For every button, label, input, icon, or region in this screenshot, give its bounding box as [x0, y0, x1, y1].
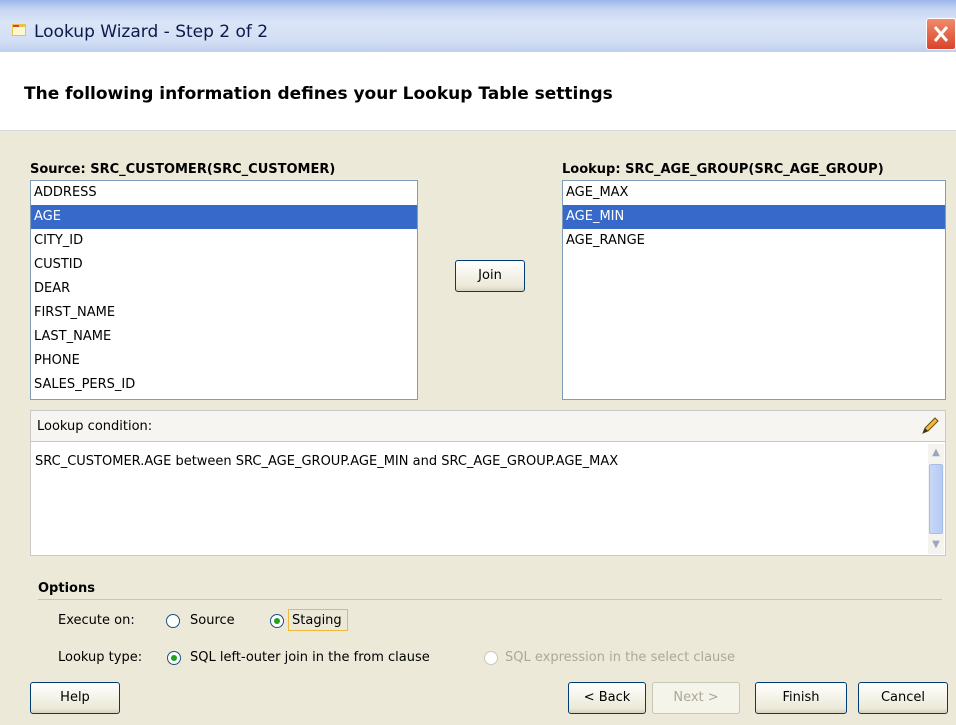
options-divider [38, 599, 942, 600]
lookup-condition-header: Lookup condition: [30, 410, 946, 442]
lookup-list-item[interactable]: AGE_MAX [563, 181, 945, 205]
condition-scrollbar[interactable]: ▲ ▼ [928, 444, 944, 554]
scrollbar-thumb[interactable] [929, 464, 943, 534]
execute-on-staging-radio[interactable] [270, 614, 284, 628]
source-list-item[interactable]: ADDRESS [31, 181, 417, 205]
lookup-type-label: Lookup type: [58, 650, 143, 665]
lookup-condition-text[interactable]: SRC_CUSTOMER.AGE between SRC_AGE_GROUP.A… [35, 454, 618, 469]
source-label: Source: SRC_CUSTOMER(SRC_CUSTOMER) [30, 162, 336, 177]
next-button: Next > [652, 682, 740, 714]
close-button[interactable] [926, 18, 956, 50]
execute-on-label: Execute on: [58, 613, 135, 628]
lookup-wizard-dialog: Lookup Wizard - Step 2 of 2 The followin… [0, 0, 956, 725]
execute-on-staging-label[interactable]: Staging [292, 613, 342, 628]
execute-on-source-radio[interactable] [166, 614, 180, 628]
source-column-list[interactable]: ADDRESS AGE CITY_ID CUSTID DEAR FIRST_NA… [30, 180, 418, 400]
source-list-item[interactable]: LAST_NAME [31, 325, 417, 349]
source-list-item[interactable]: CUSTID [31, 253, 417, 277]
lookup-type-join-radio[interactable] [167, 651, 181, 665]
scroll-down-icon[interactable]: ▼ [928, 536, 944, 554]
join-button[interactable]: Join [455, 260, 525, 292]
title-bar[interactable]: Lookup Wizard - Step 2 of 2 [0, 0, 956, 52]
lookup-type-expression-radio [484, 651, 498, 665]
back-button[interactable]: < Back [568, 682, 646, 714]
page-title: The following information defines your L… [24, 84, 613, 104]
source-list-item[interactable]: FIRST_NAME [31, 301, 417, 325]
close-icon [933, 26, 949, 42]
lookup-list-item-selected[interactable]: AGE_MIN [563, 205, 945, 229]
window-title: Lookup Wizard - Step 2 of 2 [34, 22, 269, 42]
lookup-type-expression-label: SQL expression in the select clause [505, 650, 736, 665]
options-title: Options [38, 581, 95, 596]
help-button[interactable]: Help [30, 682, 120, 714]
lookup-condition-editor[interactable]: SRC_CUSTOMER.AGE between SRC_AGE_GROUP.A… [30, 442, 946, 556]
finish-button[interactable]: Finish [755, 682, 847, 714]
source-list-item-selected[interactable]: AGE [31, 205, 417, 229]
cancel-button[interactable]: Cancel [858, 682, 948, 714]
source-list-item[interactable]: CITY_ID [31, 229, 417, 253]
lookup-label: Lookup: SRC_AGE_GROUP(SRC_AGE_GROUP) [562, 162, 884, 177]
source-list-item[interactable]: DEAR [31, 277, 417, 301]
lookup-list-item[interactable]: AGE_RANGE [563, 229, 945, 253]
window-icon [12, 24, 26, 36]
lookup-condition-label: Lookup condition: [37, 419, 153, 434]
scroll-up-icon[interactable]: ▲ [928, 444, 944, 462]
lookup-column-list[interactable]: AGE_MAX AGE_MIN AGE_RANGE [562, 180, 946, 400]
source-list-item[interactable]: SALES_PERS_ID [31, 373, 417, 397]
lookup-type-join-label[interactable]: SQL left-outer join in the from clause [190, 650, 430, 665]
execute-on-source-label[interactable]: Source [190, 613, 235, 628]
source-list-item[interactable]: PHONE [31, 349, 417, 373]
pencil-icon[interactable] [919, 415, 941, 437]
